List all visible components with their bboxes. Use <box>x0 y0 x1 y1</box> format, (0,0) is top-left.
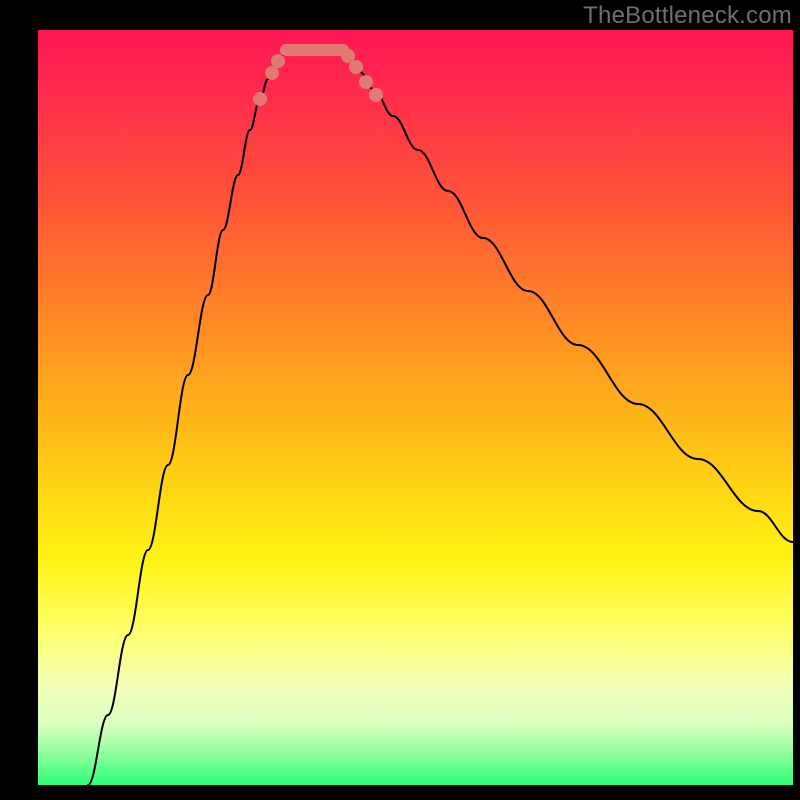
gradient-background <box>38 30 793 785</box>
watermark-text: TheBottleneck.com <box>583 2 792 30</box>
plot-area <box>38 30 793 785</box>
chart-stage: TheBottleneck.com <box>0 0 800 800</box>
